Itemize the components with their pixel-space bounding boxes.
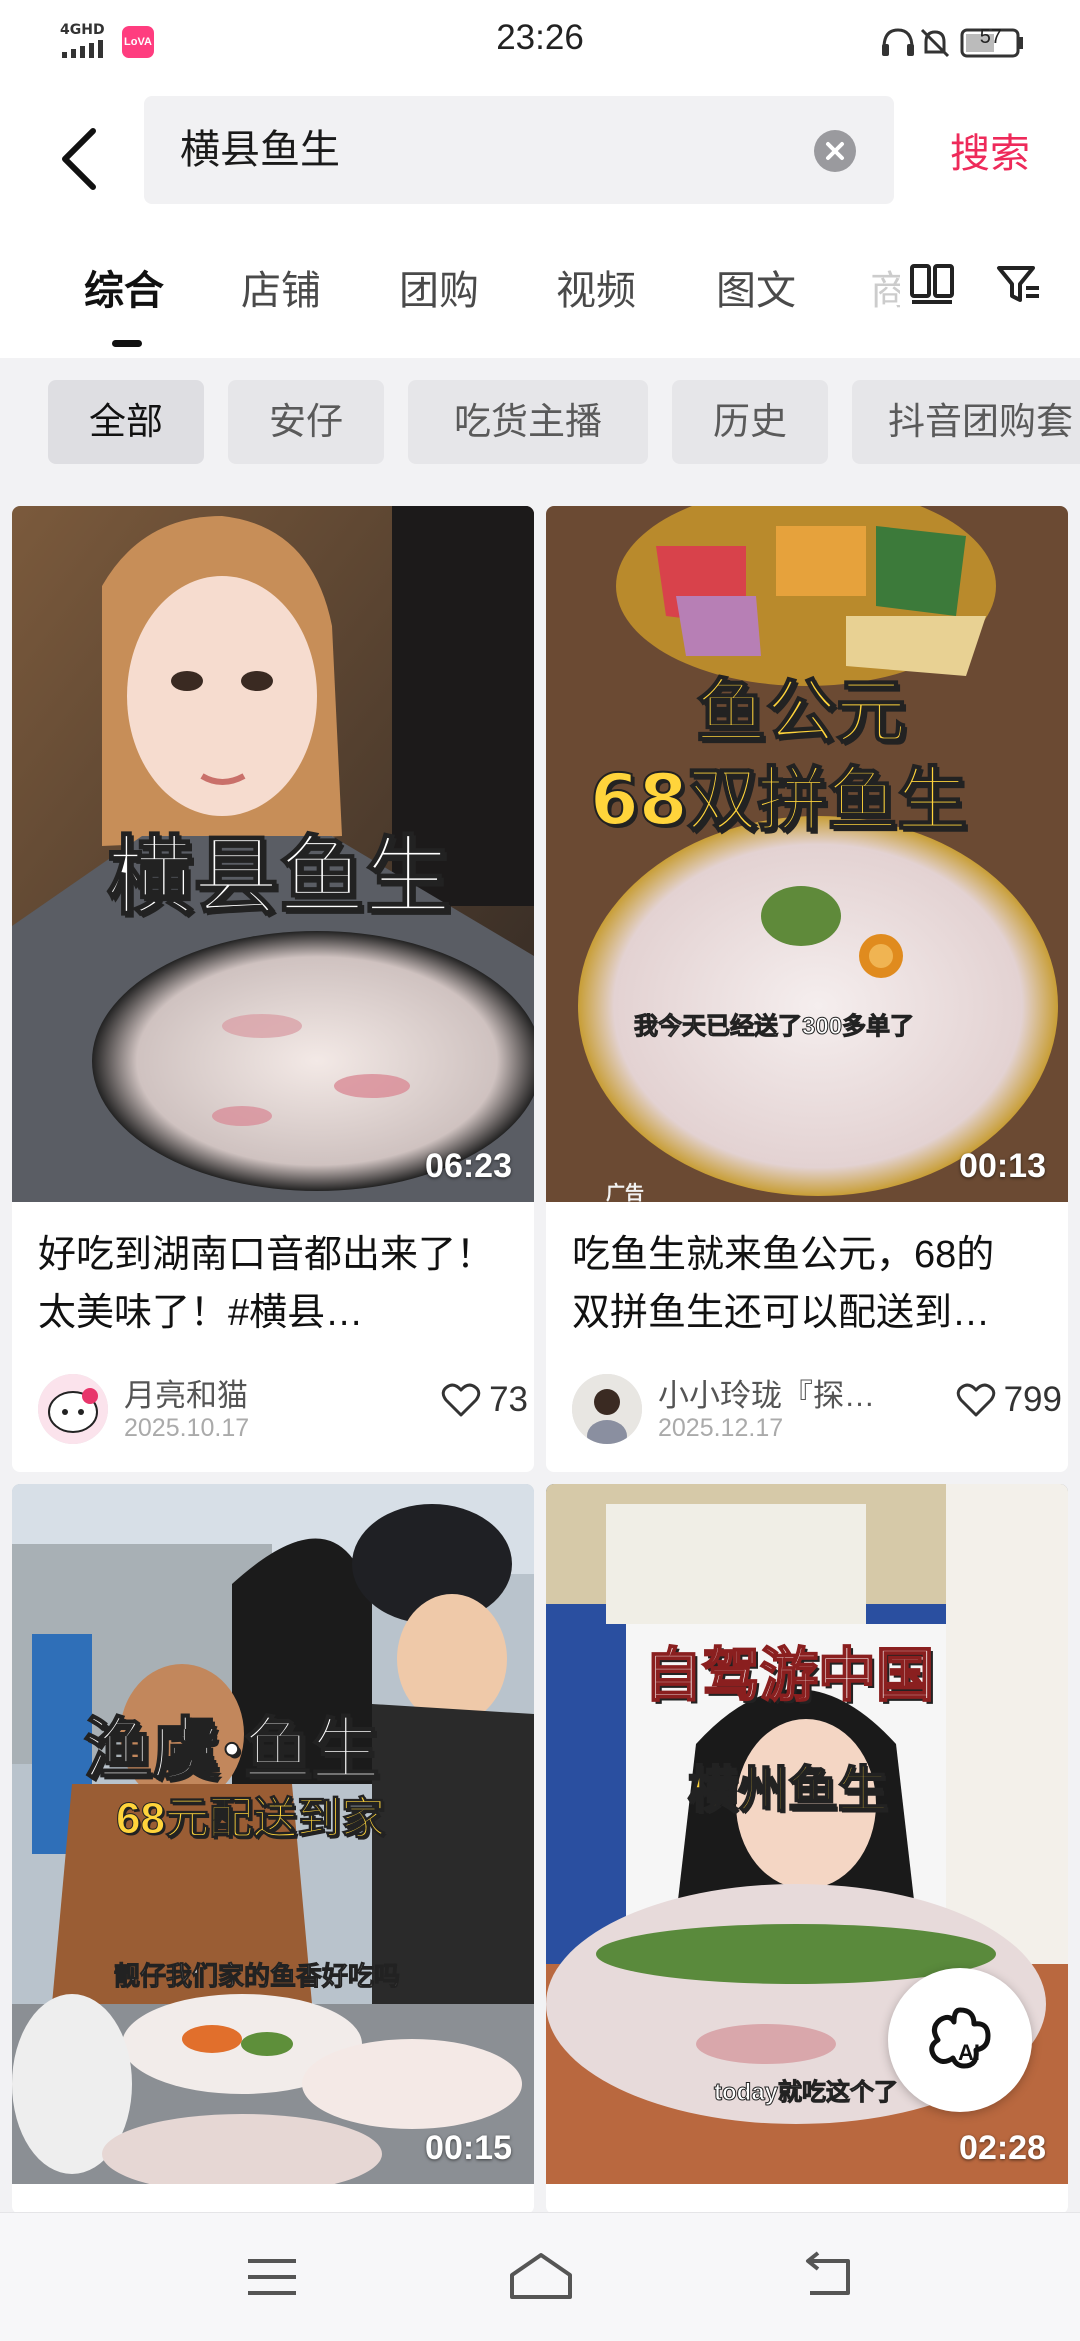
chip-douyin-group-buy[interactable]: 抖音团购套 bbox=[852, 380, 1080, 464]
chip-all[interactable]: 全部 bbox=[48, 380, 204, 464]
status-right-icons bbox=[882, 28, 1023, 58]
ai-assistant-button[interactable]: AI bbox=[888, 1968, 1032, 2112]
close-icon bbox=[826, 142, 844, 160]
thumbnail-overlay-subtitle: 68双拼鱼生 bbox=[589, 758, 968, 842]
search-button[interactable]: 搜索 bbox=[920, 114, 1060, 194]
avatar[interactable] bbox=[572, 1374, 642, 1444]
result-card[interactable]: 渔虞·鱼生 68元配送到家 靓仔我们家的鱼香好吃吗 00:15 bbox=[12, 1484, 534, 2214]
tab-products-partial[interactable]: 商 bbox=[870, 258, 900, 316]
thumbnail-overlay-title: 渔虞·鱼生 bbox=[83, 1709, 381, 1791]
result-card[interactable]: 横县鱼生 06:23 好吃到湖南口音都出来了！太美味了！#横县… 月亮和猫 20… bbox=[12, 506, 534, 1472]
like-count-value: 73 bbox=[489, 1380, 528, 1419]
like-count[interactable]: 73 bbox=[441, 1380, 528, 1420]
video-thumbnail[interactable]: 横县鱼生 06:23 bbox=[12, 506, 534, 1202]
chip-anzai[interactable]: 安仔 bbox=[228, 380, 384, 464]
back-nav-icon[interactable] bbox=[796, 2247, 856, 2307]
headphones-icon bbox=[882, 28, 914, 56]
thumbnail-image bbox=[546, 506, 1068, 1202]
tab-active-indicator bbox=[112, 340, 142, 347]
tab-image-text[interactable]: 图文 bbox=[716, 258, 796, 316]
mute-bell-icon bbox=[920, 28, 950, 58]
chevron-left-icon bbox=[62, 128, 96, 190]
system-nav-bar bbox=[0, 2212, 1080, 2341]
search-header: 横县鱼生 搜索 bbox=[0, 84, 1080, 228]
thumbnail-caption: 我今天已经送了300多单了 bbox=[633, 1013, 915, 1041]
thumbnail-overlay-title: 鱼公元 bbox=[695, 670, 907, 754]
thumbnail-overlay-title: 自驾游中国 bbox=[643, 1642, 935, 1709]
thumbnail-overlay-subtitle: 68元配送到家 bbox=[116, 1794, 386, 1844]
menu-icon[interactable] bbox=[242, 2247, 302, 2307]
result-title: 好吃到湖南口音都出来了！太美味了！#横县… bbox=[38, 1234, 495, 1334]
video-thumbnail[interactable]: 渔虞·鱼生 68元配送到家 靓仔我们家的鱼香好吃吗 00:15 bbox=[12, 1484, 534, 2184]
avatar[interactable] bbox=[38, 1374, 108, 1444]
result-card[interactable]: 鱼公元 68双拼鱼生 我今天已经送了300多单了 广告 00:13 吃鱼生就来鱼… bbox=[546, 506, 1068, 1472]
author-row: 小小玲珑『探… 2025.12.17 799 bbox=[572, 1366, 1062, 1446]
tab-videos[interactable]: 视频 bbox=[556, 258, 636, 316]
tab-group-buy[interactable]: 团购 bbox=[399, 258, 479, 316]
thumbnail-caption: today就吃这个了 bbox=[713, 2079, 899, 2107]
thumbnail-caption: 靓仔我们家的鱼香好吃吗 bbox=[113, 1961, 401, 1992]
tab-comprehensive[interactable]: 综合 bbox=[84, 258, 164, 316]
video-duration: 02:28 bbox=[959, 2129, 1046, 2167]
search-query: 横县鱼生 bbox=[180, 128, 340, 172]
heart-icon bbox=[441, 1383, 481, 1417]
tab-shops[interactable]: 店铺 bbox=[241, 258, 321, 316]
layout-toggle-icon[interactable] bbox=[908, 262, 956, 306]
like-count[interactable]: 799 bbox=[956, 1380, 1062, 1420]
filter-icon[interactable] bbox=[995, 262, 1043, 306]
heart-icon bbox=[956, 1383, 995, 1417]
battery-level: 57 bbox=[979, 26, 1002, 48]
result-title: 吃鱼生就来鱼公元，68的双拼鱼生还可以配送到… bbox=[572, 1234, 995, 1334]
author-row: 月亮和猫 2025.10.17 73 bbox=[38, 1366, 528, 1446]
post-date: 2025.12.17 bbox=[658, 1414, 784, 1442]
author-name[interactable]: 小小玲珑『探… bbox=[658, 1370, 908, 1415]
video-duration: 06:23 bbox=[425, 1147, 512, 1185]
home-icon[interactable] bbox=[506, 2247, 576, 2307]
svg-text:AI: AI bbox=[958, 2040, 980, 2065]
status-bar: 4GHD LoVA 23:26 57 bbox=[0, 0, 1080, 84]
post-date: 2025.10.17 bbox=[124, 1414, 250, 1442]
thumbnail-overlay-title: 横县鱼生 bbox=[106, 826, 452, 928]
filter-chips: 全部 安仔 吃货主播 历史 抖音团购套 bbox=[0, 358, 1080, 478]
author-name[interactable]: 月亮和猫 bbox=[124, 1370, 374, 1415]
thumbnail-overlay-subtitle: 横州鱼生 bbox=[687, 1761, 889, 1819]
result-tabs: 综合 店铺 团购 视频 图文 商 bbox=[0, 228, 1080, 358]
video-duration: 00:13 bbox=[959, 1147, 1046, 1185]
back-button[interactable] bbox=[44, 114, 114, 204]
ai-flower-icon: AI bbox=[929, 2007, 991, 2069]
ad-label: 广告 bbox=[606, 1183, 645, 1202]
video-thumbnail[interactable]: 鱼公元 68双拼鱼生 我今天已经送了300多单了 广告 00:13 bbox=[546, 506, 1068, 1202]
chip-foodie-streamer[interactable]: 吃货主播 bbox=[408, 380, 648, 464]
video-duration: 00:15 bbox=[425, 2129, 512, 2167]
clear-search-button[interactable] bbox=[814, 130, 856, 172]
search-input[interactable]: 横县鱼生 bbox=[144, 96, 894, 204]
like-count-value: 799 bbox=[1003, 1380, 1062, 1419]
chip-history[interactable]: 历史 bbox=[672, 380, 828, 464]
